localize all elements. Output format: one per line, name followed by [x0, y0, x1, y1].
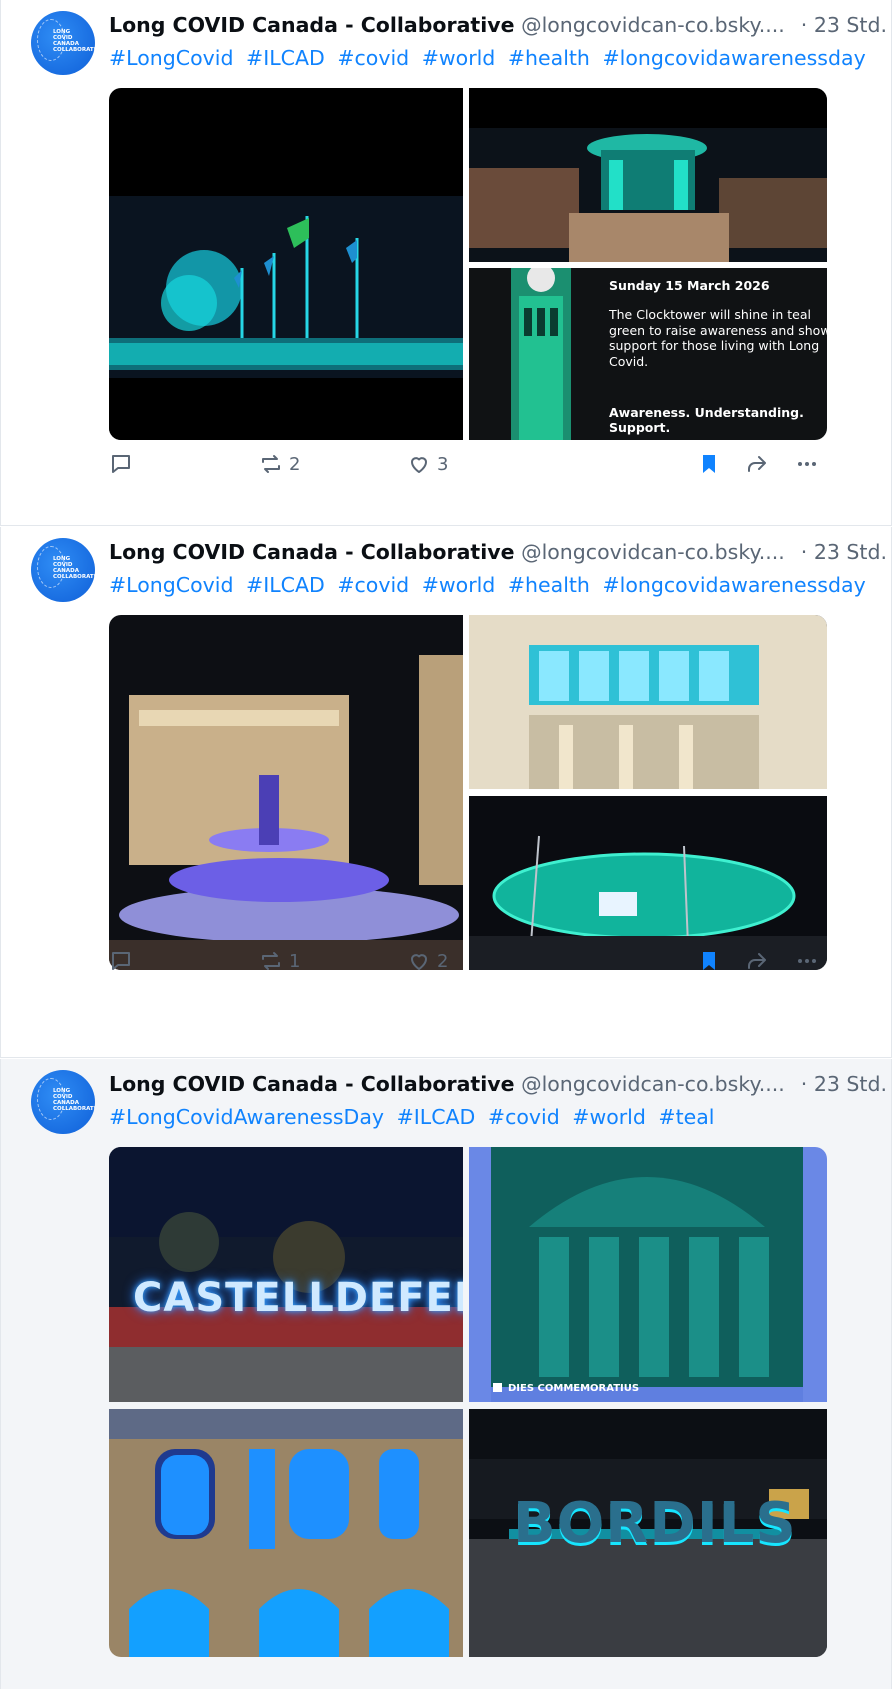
- author-handle[interactable]: @longcovidcan-co.bsky....: [521, 1072, 785, 1096]
- author-name[interactable]: Long COVID Canada - Collaborative: [109, 13, 515, 37]
- announcement-body: The Clocktower will shine in teal green …: [609, 307, 827, 369]
- author-handle[interactable]: @longcovidcan-co.bsky....: [521, 13, 785, 37]
- hashtag-link[interactable]: #health: [508, 46, 590, 70]
- repost-button[interactable]: 1: [259, 943, 300, 979]
- hashtag-link[interactable]: #LongCovid: [109, 573, 233, 597]
- gallery-image-castelldefels[interactable]: CASTELLDEFELS: [109, 1147, 463, 1402]
- bookmark-button[interactable]: [697, 943, 721, 979]
- repost-arrows-icon: [262, 455, 280, 473]
- gazebo-night-photo: [469, 88, 827, 262]
- post-actions: 2 3: [109, 446, 887, 482]
- hashtag-link[interactable]: #LongCovidAwarenessDay: [109, 1105, 384, 1129]
- three-dots-icon: [798, 959, 816, 963]
- like-count: 3: [437, 453, 449, 475]
- theatre-facade-photo: [469, 615, 827, 789]
- like-count: 2: [437, 950, 449, 972]
- repost-arrows-icon: [262, 952, 280, 970]
- author-avatar[interactable]: LONG COVID CANADA COLLABORATIVE: [31, 11, 95, 75]
- gallery-image-bordils[interactable]: BORDILS: [469, 1409, 827, 1657]
- share-button[interactable]: [745, 446, 769, 482]
- post-text: #LongCovid #ILCAD #covid #world #health …: [109, 42, 879, 74]
- gallery-image-fountain[interactable]: [109, 615, 463, 970]
- hashtag-link[interactable]: #health: [508, 573, 590, 597]
- hashtag-link[interactable]: #world: [422, 46, 496, 70]
- share-button[interactable]: [745, 943, 769, 979]
- avatar-logo-text: LONG COVID CANADA COLLABORATIVE: [53, 1088, 95, 1112]
- repost-button[interactable]: 2: [259, 446, 300, 482]
- heart-outline-icon: [411, 457, 427, 473]
- fountain-night-photo: [109, 615, 463, 970]
- post-header: Long COVID Canada - Collaborative @longc…: [109, 536, 887, 568]
- gallery-image-clocktower[interactable]: Sunday 15 March 2026 The Clocktower will…: [469, 268, 827, 440]
- post[interactable]: LONG COVID CANADA COLLABORATIVE Long COV…: [0, 527, 892, 1058]
- post-timestamp[interactable]: · 23 Std.: [792, 536, 887, 568]
- post-header: Long COVID Canada - Collaborative @longc…: [109, 1068, 887, 1100]
- post-timestamp[interactable]: · 23 Std.: [792, 1068, 887, 1100]
- share-arrow-icon: [748, 456, 766, 472]
- hashtag-link[interactable]: #LongCovid: [109, 46, 233, 70]
- announcement-date: Sunday 15 March 2026: [609, 278, 770, 293]
- hashtag-link[interactable]: #ILCAD: [246, 573, 325, 597]
- author-handle[interactable]: @longcovidcan-co.bsky....: [521, 540, 785, 564]
- post-text: #LongCovidAwarenessDay #ILCAD #covid #wo…: [109, 1101, 879, 1133]
- post-timestamp[interactable]: · 23 Std.: [792, 9, 887, 41]
- hashtag-link[interactable]: #covid: [488, 1105, 560, 1129]
- three-dots-icon: [798, 462, 816, 466]
- blue-lit-facade-photo: [109, 1409, 463, 1657]
- like-button[interactable]: 3: [407, 446, 448, 482]
- avatar-logo-text: LONG COVID CANADA COLLABORATIVE: [53, 29, 95, 53]
- hashtag-link[interactable]: #longcovidawarenessday: [602, 573, 865, 597]
- post-text: #LongCovid #ILCAD #covid #world #health …: [109, 569, 879, 601]
- post-header: Long COVID Canada - Collaborative @longc…: [109, 9, 887, 41]
- heart-outline-icon: [411, 954, 427, 970]
- speech-bubble-icon: [112, 455, 130, 473]
- hashtag-link[interactable]: #covid: [337, 46, 409, 70]
- bordils-sign: BORDILS: [513, 1491, 797, 1556]
- more-options-button[interactable]: [795, 446, 819, 482]
- flags-night-photo: [109, 88, 463, 440]
- gallery-image-historic-building[interactable]: DIES COMMEMORATIUS: [469, 1147, 827, 1402]
- clocktower-announcement: Sunday 15 March 2026 The Clocktower will…: [609, 278, 827, 435]
- castelldefels-sign: CASTELLDEFELS: [133, 1275, 463, 1321]
- reply-button[interactable]: [109, 446, 133, 482]
- post[interactable]: LONG COVID CANADA COLLABORATIVE Long COV…: [0, 1059, 892, 1689]
- hashtag-link[interactable]: #covid: [337, 573, 409, 597]
- feed: LONG COVID CANADA COLLABORATIVE Long COV…: [0, 0, 892, 1689]
- speech-bubble-icon: [112, 952, 130, 970]
- bookmark-filled-icon: [703, 455, 715, 473]
- bookmark-filled-icon: [703, 952, 715, 970]
- gallery-image-theatre[interactable]: [469, 615, 827, 789]
- hashtag-link[interactable]: #teal: [658, 1105, 714, 1129]
- post-actions: 1 2: [109, 943, 887, 979]
- hashtag-link[interactable]: #world: [422, 573, 496, 597]
- more-options-button[interactable]: [795, 943, 819, 979]
- reply-button[interactable]: [109, 943, 133, 979]
- avatar-logo-text: LONG COVID CANADA COLLABORATIVE: [53, 556, 95, 580]
- hashtag-link[interactable]: #world: [572, 1105, 646, 1129]
- hashtag-link[interactable]: #ILCAD: [246, 46, 325, 70]
- author-avatar[interactable]: LONG COVID CANADA COLLABORATIVE: [31, 1070, 95, 1134]
- gallery-image-flags[interactable]: [109, 88, 463, 440]
- author-avatar[interactable]: LONG COVID CANADA COLLABORATIVE: [31, 538, 95, 602]
- post[interactable]: LONG COVID CANADA COLLABORATIVE Long COV…: [0, 0, 892, 526]
- caption-square-icon: [493, 1383, 502, 1392]
- bookmark-button[interactable]: [697, 446, 721, 482]
- gallery-image-gazebo[interactable]: [469, 88, 827, 262]
- author-name[interactable]: Long COVID Canada - Collaborative: [109, 1072, 515, 1096]
- repost-count: 2: [289, 453, 301, 475]
- hashtag-link[interactable]: #longcovidawarenessday: [602, 46, 865, 70]
- author-name[interactable]: Long COVID Canada - Collaborative: [109, 540, 515, 564]
- repost-count: 1: [289, 950, 301, 972]
- share-arrow-icon: [748, 953, 766, 969]
- gallery-image-facade[interactable]: [109, 1409, 463, 1657]
- building-caption: DIES COMMEMORATIUS: [493, 1383, 639, 1394]
- historic-building-photo: [469, 1147, 827, 1402]
- hashtag-link[interactable]: #ILCAD: [397, 1105, 476, 1129]
- announcement-tagline: Awareness. Understanding. Support.: [609, 405, 804, 435]
- like-button[interactable]: 2: [407, 943, 448, 979]
